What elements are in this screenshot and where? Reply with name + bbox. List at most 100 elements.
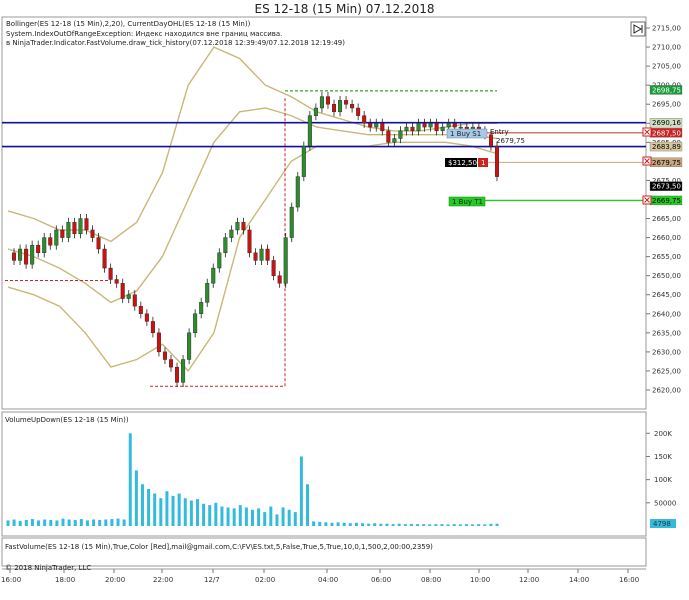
candle-up (416, 123, 421, 132)
copyright-text: © 2018 NinjaTrader, LLC (5, 564, 91, 572)
volume-bar (12, 519, 16, 526)
time-axis-ticks: 16:00 18:00 20:00 22:00 12/7 02:00 04:00 06:00 0… (1, 569, 639, 584)
volume-bar (269, 506, 273, 526)
candle-up (235, 222, 240, 231)
volume-bar (98, 519, 102, 526)
volume-bar (397, 523, 401, 526)
candle-down (108, 267, 113, 280)
volume-bar (226, 507, 230, 526)
volume-bar (30, 519, 34, 526)
candle-down (410, 126, 415, 132)
candle-down (380, 123, 385, 132)
volume-bar (232, 508, 236, 526)
cancel-entry-icon[interactable] (642, 156, 652, 166)
volume-bar (244, 507, 248, 526)
volume-bar (6, 520, 10, 526)
bollinger-lower-band (7, 141, 498, 373)
buy-s1-label: 1 Buy S1 (450, 130, 481, 138)
candle-up (199, 302, 204, 314)
volume-panel-label: VolumeUpDown(ES 12-18 (15 Min)) (5, 416, 129, 424)
candle-up (211, 267, 216, 284)
volume-bar (342, 522, 346, 526)
candle-down (368, 123, 373, 128)
candle-up (223, 237, 228, 254)
volume-bar (483, 524, 487, 526)
price-level-label: 2687,50 (652, 129, 681, 137)
time-tick-label: 10:00 (470, 576, 490, 584)
volume-bar (385, 523, 389, 526)
volume-bar (24, 519, 28, 526)
volume-bar (177, 493, 181, 526)
time-tick-label: 18:00 (55, 576, 75, 584)
chart-canvas[interactable]: Bollinger(ES 12-18 (15 Min),2,20), Curre… (0, 0, 689, 600)
time-tick-label: 02:00 (255, 576, 275, 584)
candle-down (265, 248, 270, 261)
bollinger-middle-band (7, 107, 498, 304)
volume-bar (257, 508, 261, 526)
volume-bar (275, 514, 279, 526)
candle-down (12, 252, 17, 261)
cancel-target-icon[interactable] (642, 195, 652, 205)
volume-bar (428, 524, 432, 526)
price-level-label: 2669,75 (652, 197, 681, 205)
candle-down (362, 115, 367, 124)
volume-bar (128, 433, 132, 526)
cancel-stop-icon[interactable] (642, 127, 652, 137)
volume-bar (416, 524, 420, 526)
volume-tick-label: 100K (654, 476, 672, 484)
candle-up (307, 115, 312, 147)
price-tick-label: 2705,00 (652, 63, 681, 71)
time-tick-label: 12:00 (519, 576, 539, 584)
price-level-label: 2683,89 (652, 143, 681, 151)
volume-bar (18, 520, 22, 526)
volume-bar (287, 509, 291, 526)
candle-down (175, 366, 180, 383)
volume-tick-label: 50000 (654, 499, 676, 507)
panel-toggle-icon[interactable] (630, 21, 646, 37)
volume-bar (293, 512, 297, 526)
volume-bar (446, 524, 450, 526)
candle-down (72, 222, 77, 234)
time-tick-label: 06:00 (371, 576, 391, 584)
time-tick-label: 16:00 (1, 576, 21, 584)
candle-up (205, 283, 210, 303)
volume-bar (159, 498, 163, 526)
volume-bar (208, 505, 212, 526)
candle-up (187, 332, 192, 360)
bollinger-bands (7, 46, 498, 373)
volume-bar (147, 488, 151, 526)
candle-up (289, 206, 294, 238)
candle-down (434, 123, 439, 132)
candle-up (301, 145, 306, 177)
candle-down (332, 104, 337, 113)
candle-down (422, 123, 427, 128)
candle-down (325, 96, 330, 105)
buy-t1-label: 1 Buy T1 (452, 198, 483, 206)
volume-bar (189, 500, 193, 526)
candle-up (30, 244, 35, 265)
candle-down (36, 244, 41, 254)
volume-bar (183, 498, 187, 526)
volume-bar (116, 518, 120, 526)
volume-bar (471, 524, 475, 526)
price-tick-label: 2650,00 (652, 272, 681, 280)
buy-s1-order[interactable]: 1 Buy S1 (446, 128, 488, 139)
price-tick-label: 2645,00 (652, 291, 681, 299)
time-tick-label: 04:00 (318, 576, 338, 584)
volume-bar (458, 524, 462, 526)
volume-bar (37, 520, 41, 526)
error-message-line2: в NinjaTrader.Indicator.FastVolume.draw_… (6, 39, 345, 47)
buy-t1-order[interactable]: 1 Buy T1 (448, 196, 486, 207)
candle-up (392, 138, 397, 143)
candle-up (229, 229, 234, 238)
candle-up (446, 123, 451, 128)
volume-bar (49, 519, 53, 526)
candle-down (96, 237, 101, 250)
candle-up (126, 294, 131, 299)
candle-up (42, 237, 47, 254)
volume-bar (43, 519, 47, 526)
volume-bar (477, 524, 481, 526)
volume-bar (134, 470, 138, 526)
volume-bar (73, 519, 77, 526)
candle-down (350, 104, 355, 109)
